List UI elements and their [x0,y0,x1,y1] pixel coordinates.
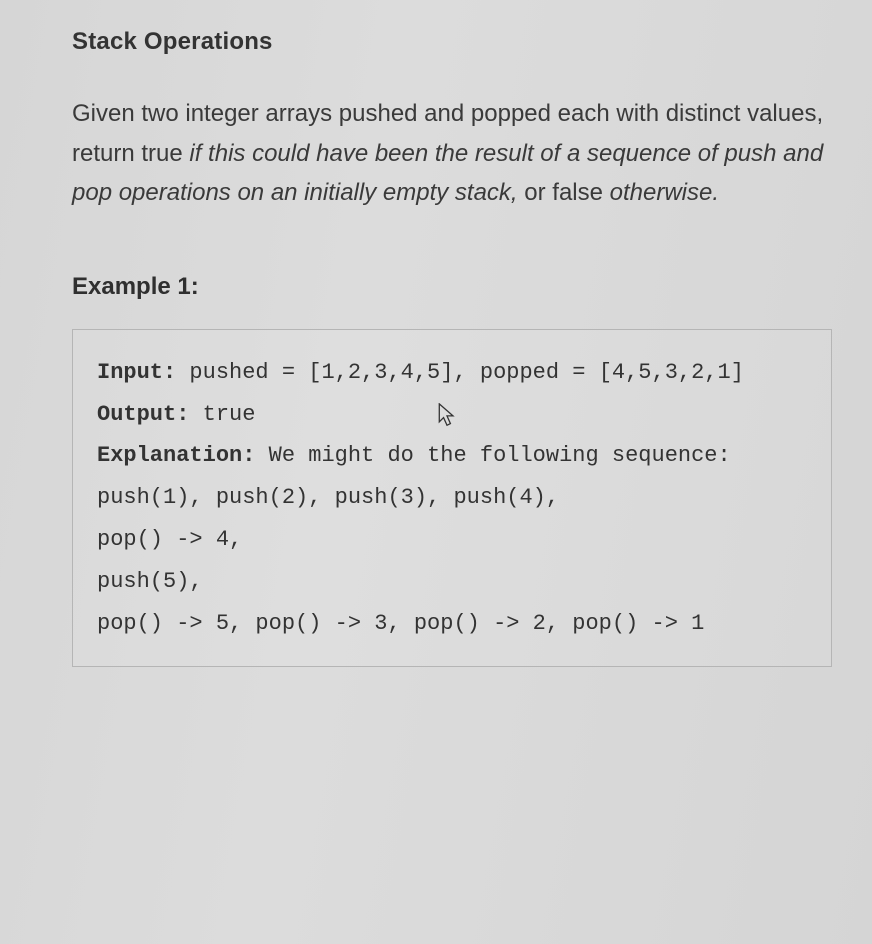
problem-title: Stack Operations [72,28,832,56]
problem-page: Stack Operations Given two integer array… [0,0,872,944]
desc-text-2: or false [518,179,610,206]
desc-italic-2: otherwise. [610,179,719,206]
problem-description: Given two integer arrays pushed and popp… [72,94,832,213]
input-value: pushed = [1,2,3,4,5], popped = [4,5,3,2,… [176,360,744,385]
output-label: Output: [97,402,189,427]
example-heading: Example 1: [72,273,832,301]
explanation-label: Explanation: [97,443,255,468]
input-label: Input: [97,360,176,385]
output-value: true [189,402,255,427]
explanation-value: We might do the following sequence: push… [97,443,731,635]
example-code-block: Input: pushed = [1,2,3,4,5], popped = [4… [72,329,832,668]
